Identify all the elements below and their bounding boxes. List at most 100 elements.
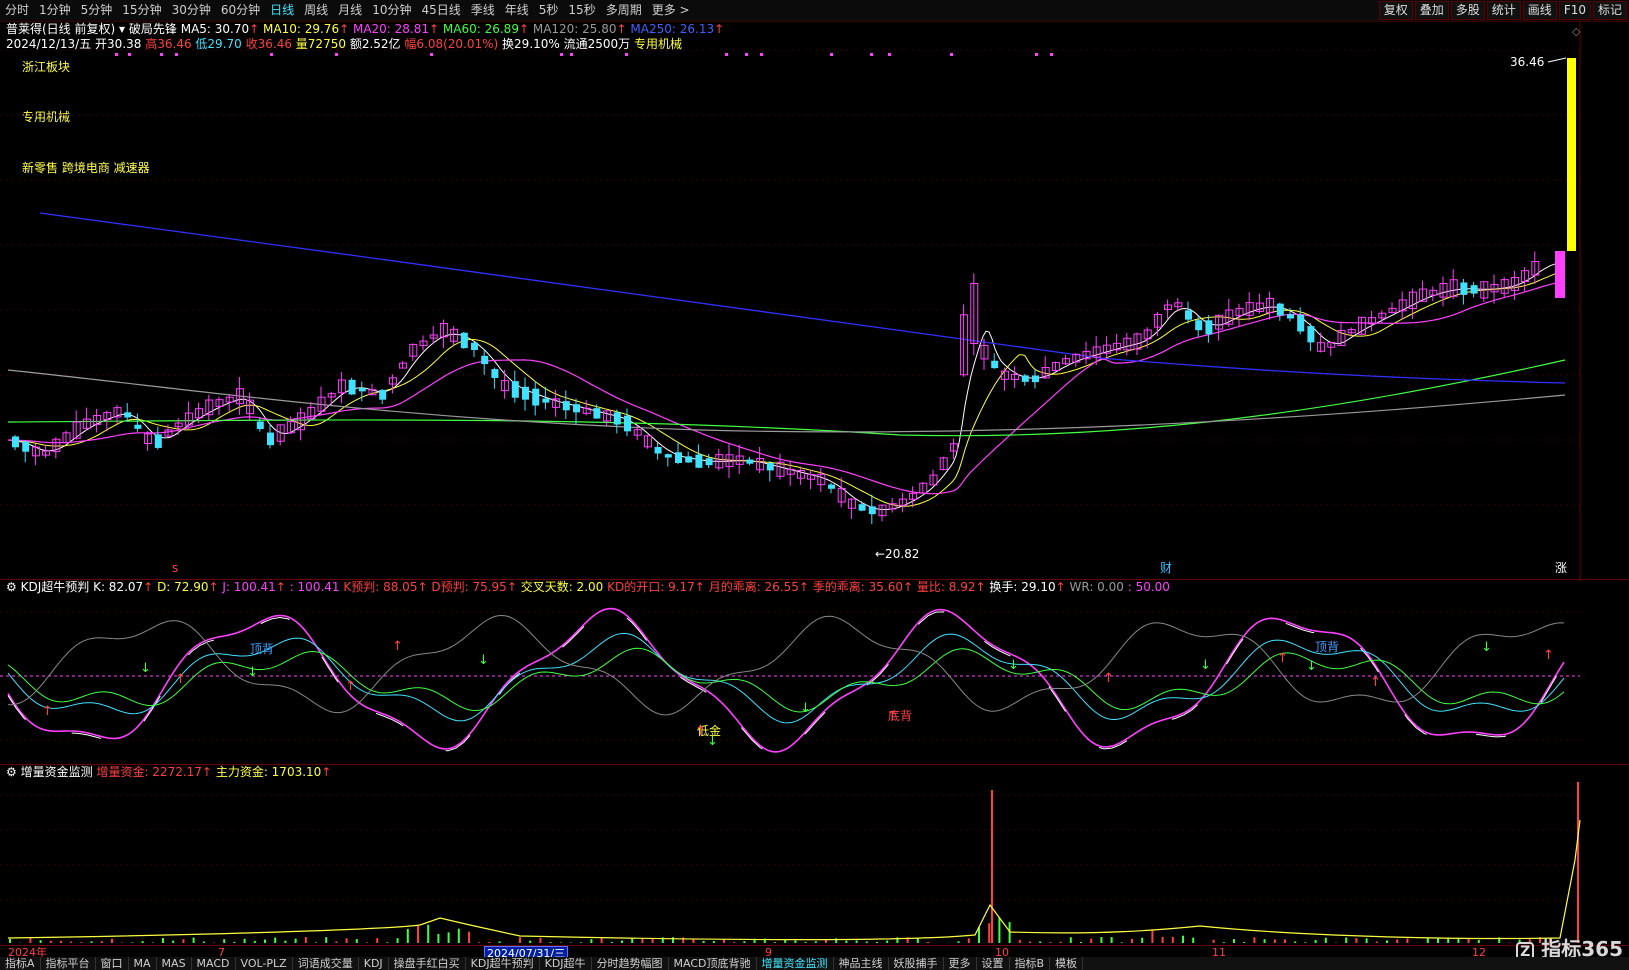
candle-body [828,484,835,489]
kdj-signal-arrow: ↑ [887,709,898,724]
indicator-tab-9[interactable]: 操盘手红白买 [389,957,466,970]
period-tab-10[interactable]: 45日线 [416,0,465,21]
indicator-tab-17[interactable]: 更多 [944,957,977,970]
kdj-signal-arrow: ↑ [42,704,53,719]
candle-body [1205,320,1213,335]
period-tab-5[interactable]: 60分钟 [216,0,265,21]
indicator-tab-20[interactable]: 模板 [1050,957,1084,970]
fund-chart[interactable] [0,780,1629,946]
tool-button-4[interactable]: 画线 [1522,1,1557,20]
candle-body [868,506,876,515]
indicator-tab-2[interactable]: 窗口 [96,957,129,970]
candle-body [1460,282,1468,295]
candle-body [154,434,162,448]
signal-dot [570,53,573,56]
ma20-line [8,280,1566,495]
signal-dot [115,53,118,56]
tool-button-5[interactable]: F10 [1558,1,1591,20]
period-tab-3[interactable]: 15分钟 [117,0,166,21]
period-tab-15[interactable]: 多周期 [601,0,647,21]
candle-body [675,452,682,463]
candle-body [573,404,580,413]
signal-dot [625,53,628,56]
indicator-tab-16[interactable]: 妖股捕手 [889,957,944,970]
tool-button-1[interactable]: 叠加 [1414,1,1449,20]
candle-body [562,401,570,411]
kdj-signal-arrow: ↑ [175,672,186,687]
kdj-vol-ratio: 量比: 8.92 [916,580,976,594]
period-tab-11[interactable]: 季线 [466,0,500,21]
period-tabs: 分时 1分钟 5分钟 15分钟 30分钟 60分钟 日线 周线 月线 10分钟 45日线 季线 年线 5秒… [0,0,695,21]
gear-icon[interactable]: ⚙ [6,580,17,594]
candle-body [766,462,774,471]
diamond-icon: ◇ [1572,25,1581,38]
indicator-tab-3[interactable]: MA [129,957,157,970]
signal-dot [760,53,763,56]
period-tab-8[interactable]: 月线 [333,0,367,21]
signal-dot [335,53,338,56]
period-tab-16[interactable]: 更多 > [647,0,695,21]
indicator-tab-8[interactable]: KDJ [359,957,389,970]
period-tab-2[interactable]: 5分钟 [76,0,118,21]
candlestick-chart[interactable]: 36.46 ←20.82 s 财 涨 ◇ [0,21,1629,581]
indicator-tab-11[interactable]: KDJ超牛 [540,957,592,970]
tool-button-2[interactable]: 多股 [1450,1,1485,20]
candle-body [522,386,529,400]
tool-button-0[interactable]: 复权 [1378,1,1413,20]
period-tab-4[interactable]: 30分钟 [167,0,216,21]
candle-body [746,459,754,464]
indicator-tab-0[interactable]: 指标A [0,957,41,970]
indicator-tab-4[interactable]: MAS [157,957,192,970]
kdj-signal-arrow: ↓ [1306,659,1317,674]
gear-icon[interactable]: ⚙ [6,765,17,779]
signal-dot [888,53,891,56]
indicator-tab-18[interactable]: 设置 [977,957,1010,970]
tool-button-3[interactable]: 统计 [1486,1,1521,20]
kdj-signal-arrow: ↑ [1370,675,1381,690]
candle-body [664,454,672,458]
kdj-level: : 50.00 [1127,580,1170,594]
indicator-tab-10[interactable]: KDJ超牛预判 [466,957,540,970]
indicator-tab-6[interactable]: VOL-PLZ [236,957,293,970]
period-tab-7[interactable]: 周线 [299,0,333,21]
fund-title-line: ⚙ 增量资金监测 增量资金: 2272.17↑ 主力资金: 1703.10↑ [6,765,332,779]
kdj-signal-arrow: ↑ [392,639,403,654]
period-tab-6[interactable]: 日线 [265,0,299,21]
indicator-tab-5[interactable]: MACD [192,957,236,970]
candle-body-limit-up [1555,251,1565,298]
kdj-signal-arrow: ↓ [1481,640,1492,655]
candle-body [511,381,519,398]
indicator-tab-7[interactable]: 词语成交量 [293,957,359,970]
candle-body [624,415,631,432]
candle-body [1021,375,1029,382]
candle-body [858,504,866,511]
tool-button-6[interactable]: 标记 [1592,1,1627,20]
candle-body [1287,314,1294,319]
ma60-line [7,359,1566,437]
period-tab-1[interactable]: 1分钟 [34,0,76,21]
kdj-season-dev: 季的乖离: 35.60 [812,580,904,594]
signal-dot [870,53,873,56]
indicator-tab-13[interactable]: MACD顶底背驰 [669,957,757,970]
period-tab-0[interactable]: 分时 [0,0,34,21]
period-tab-9[interactable]: 10分钟 [367,0,416,21]
kdj-signal-arrow: ↓ [1008,658,1019,673]
period-tab-12[interactable]: 年线 [500,0,534,21]
signal-dot [1035,53,1038,56]
kdj-chart[interactable]: 顶背 顶背低金底背↑↓↑ ↓↑↑↓↑↓↓↑↓↑↓ ↑↓↑↓↑ [0,596,1629,766]
indicator-tab-14[interactable]: 增量资金监测 [757,957,834,970]
indicator-tab-15[interactable]: 神品主线 [834,957,889,970]
fund-title[interactable]: 增量资金监测 [21,765,93,779]
kdj-signal-arrow: ↓ [478,653,489,668]
indicator-tab-1[interactable]: 指标平台 [41,957,96,970]
kdj-title[interactable]: KDJ超牛预判 [21,580,90,594]
candle-body [348,379,356,395]
candle-body [1185,310,1192,320]
indicator-tab-19[interactable]: 指标B [1010,957,1051,970]
indicator-tab-12[interactable]: 分时趋势幅图 [592,957,669,970]
period-tab-13[interactable]: 5秒 [534,0,564,21]
signal-dot [725,53,728,56]
candle-body [593,408,601,419]
period-tab-14[interactable]: 15秒 [563,0,600,21]
price-low-label: ←20.82 [875,547,919,561]
